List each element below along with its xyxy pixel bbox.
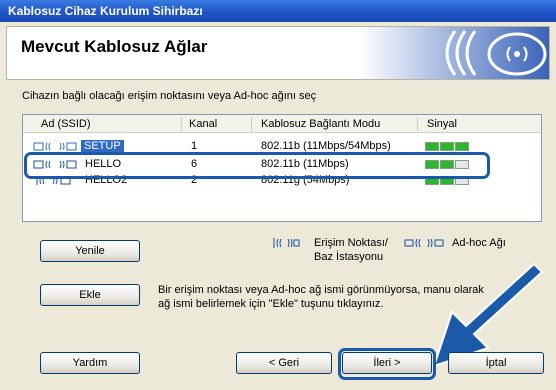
- column-header-mode[interactable]: Kablosuz Bağlantı Modu: [261, 118, 380, 130]
- access-point-icon: [273, 238, 300, 248]
- adhoc-legend: Ad-hoc Ağı: [452, 237, 506, 249]
- access-point-legend: Erişim Noktası/: [314, 237, 388, 249]
- column-header-signal[interactable]: Sinyal: [427, 118, 457, 130]
- instruction-text: Cihazın bağlı olacağı erişim noktasını v…: [22, 90, 317, 102]
- title-bar: Kablosuz Cihaz Kurulum Sihirbazı: [0, 0, 556, 22]
- add-button[interactable]: Ekle: [40, 284, 140, 306]
- help-button[interactable]: Yardım: [40, 352, 140, 374]
- header-banner: Mevcut Kablosuz Ağlar: [6, 26, 550, 80]
- adhoc-network-icon: [33, 142, 77, 151]
- mode-cell: 802.11b (11Mbps/54Mbps): [261, 140, 391, 152]
- page-title: Mevcut Kablosuz Ağlar: [21, 37, 208, 56]
- adhoc-network-icon: [404, 238, 444, 248]
- selected-network-highlight: [24, 152, 490, 179]
- wireless-logo-icon: [359, 27, 549, 79]
- column-header-channel[interactable]: Kanal: [189, 118, 217, 130]
- channel-cell: 1: [191, 140, 198, 152]
- column-header-ssid[interactable]: Ad (SSID): [41, 118, 91, 130]
- signal-strength-icon: [425, 142, 471, 151]
- wizard-window: Kablosuz Cihaz Kurulum Sihirbazı Mevcut …: [0, 0, 556, 390]
- base-station-legend: Baz İstasyonu: [314, 251, 384, 263]
- next-button-highlight: [338, 348, 436, 380]
- list-header: Ad (SSID) Kanal Kablosuz Bağlantı Modu S…: [23, 115, 541, 133]
- refresh-button[interactable]: Yenile: [40, 240, 140, 262]
- cancel-button[interactable]: İptal: [448, 352, 544, 374]
- back-button[interactable]: < Geri: [236, 352, 332, 374]
- ssid-cell: SETUP: [81, 140, 124, 152]
